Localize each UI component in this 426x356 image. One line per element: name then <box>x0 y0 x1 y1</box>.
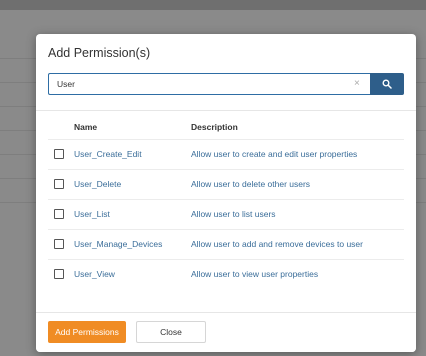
search-icon <box>382 79 392 89</box>
search-input[interactable] <box>48 73 370 95</box>
dialog-footer: Add Permissions Close <box>36 312 416 352</box>
table-row: User_Create_Edit Allow user to create an… <box>48 139 404 170</box>
permission-name: User_View <box>74 269 115 279</box>
permission-description: Allow user to delete other users <box>191 179 311 189</box>
table-row: User_Manage_Devices Allow user to add an… <box>48 229 404 260</box>
permission-name: User_Create_Edit <box>74 149 142 159</box>
add-permissions-dialog: Add Permission(s) × Name Description Use… <box>36 34 416 352</box>
add-permissions-button[interactable]: Add Permissions <box>48 321 126 343</box>
permission-name: User_Delete <box>74 179 122 189</box>
background-topbar <box>0 0 426 10</box>
permission-description: Allow user to add and remove devices to … <box>191 239 363 249</box>
clear-icon[interactable]: × <box>354 78 360 90</box>
row-checkbox[interactable] <box>54 179 64 189</box>
permission-name: User_Manage_Devices <box>74 239 163 249</box>
search-bar: × <box>48 73 404 95</box>
permission-description: Allow user to create and edit user prope… <box>191 149 358 159</box>
column-header-name: Name <box>74 122 98 132</box>
table-row: User_Delete Allow user to delete other u… <box>48 169 404 200</box>
search-button[interactable] <box>370 73 404 95</box>
row-checkbox[interactable] <box>54 209 64 219</box>
permission-description: Allow user to view user properties <box>191 269 319 279</box>
row-checkbox[interactable] <box>54 269 64 279</box>
permission-description: Allow user to list users <box>191 209 276 219</box>
row-checkbox[interactable] <box>54 239 64 249</box>
row-checkbox[interactable] <box>54 149 64 159</box>
dialog-title: Add Permission(s) <box>48 46 151 60</box>
column-header-description: Description <box>191 122 238 132</box>
close-button[interactable]: Close <box>136 321 206 343</box>
search-divider <box>36 110 416 111</box>
permission-name: User_List <box>74 209 110 219</box>
table-row: User_List Allow user to list users <box>48 199 404 230</box>
table-row: User_View Allow user to view user proper… <box>48 259 404 290</box>
